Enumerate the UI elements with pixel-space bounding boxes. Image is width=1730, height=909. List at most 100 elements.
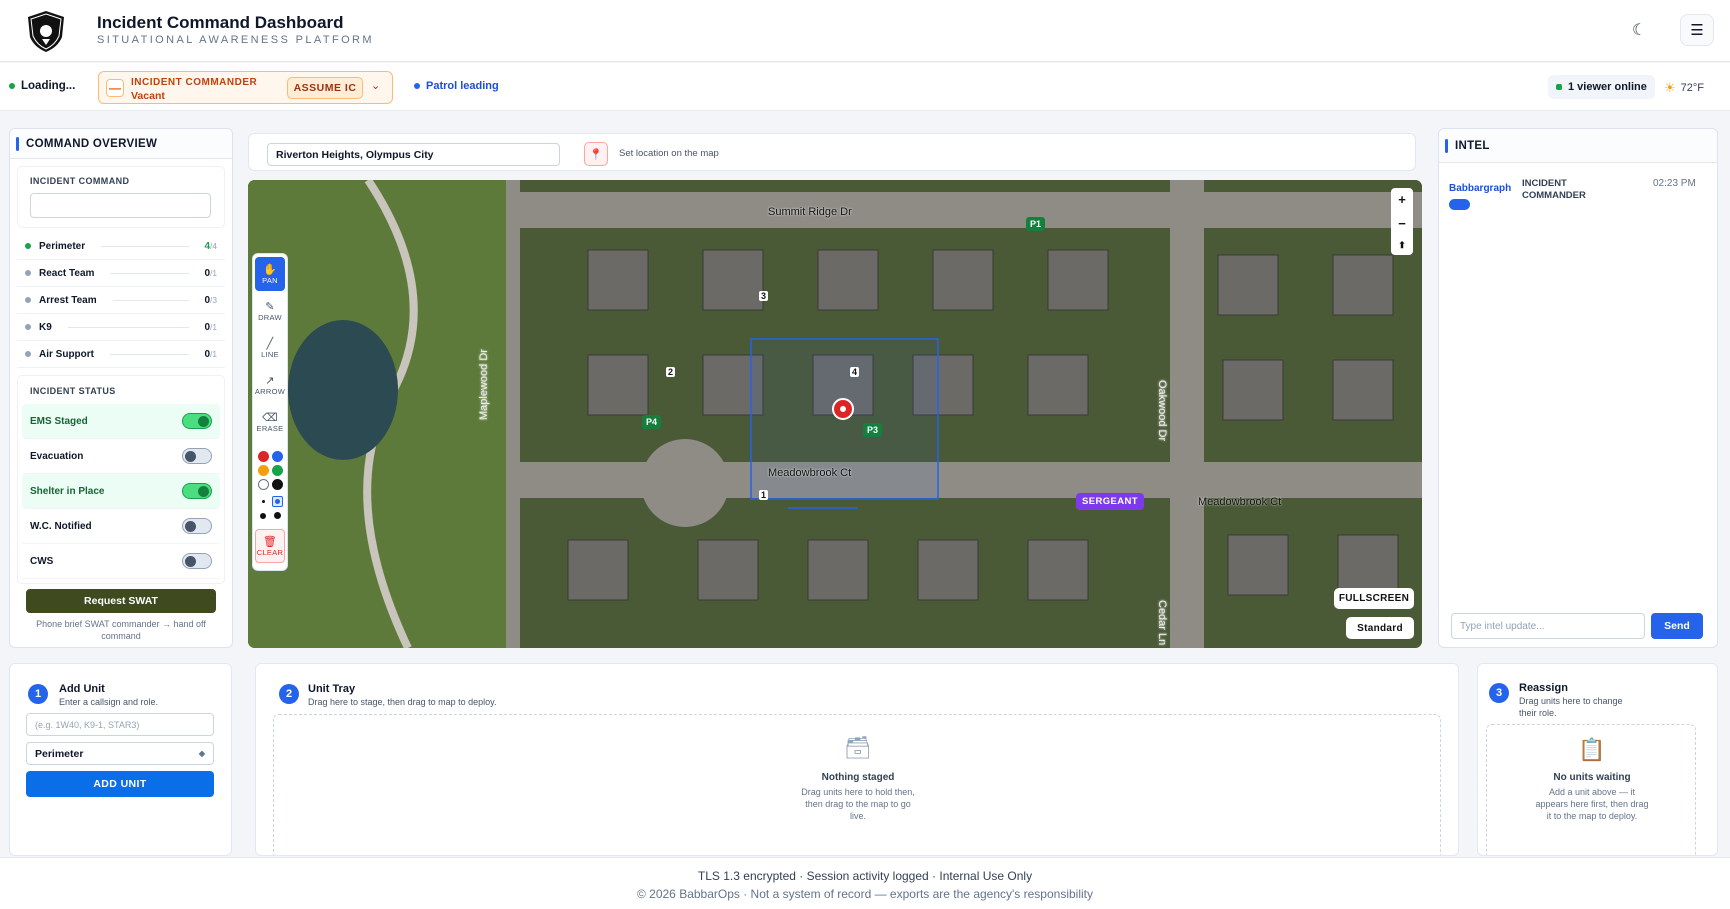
trash-icon: 🗑 <box>262 535 278 548</box>
status-label: Evacuation <box>30 450 84 462</box>
assume-ic-button[interactable]: ASSUME IC <box>287 77 363 99</box>
ic-title: INCIDENT COMMANDER <box>131 77 258 88</box>
swat-hint: Phone brief SWAT commander → hand off co… <box>36 619 206 641</box>
panel-title: COMMAND OVERVIEW <box>26 137 158 150</box>
page-subtitle: SITUATIONAL AWARENESS PLATFORM <box>97 34 374 46</box>
connection-status: Loading... <box>9 80 75 92</box>
status-label: Shelter in Place <box>30 485 105 497</box>
medium-stroke[interactable] <box>271 496 283 507</box>
chevron-down-icon[interactable]: ⌄ <box>371 79 380 92</box>
stroke-sizes <box>253 496 287 521</box>
footer: TLS 1.3 encrypted · Session activity log… <box>0 857 1730 909</box>
map-pin-icon: 📍 <box>589 148 603 161</box>
tray-empty-text: Drag units here to hold then, then drag … <box>801 787 915 821</box>
reassign-empty-title: No units waiting <box>1553 772 1631 783</box>
patrol-status: Patrol leading <box>414 80 499 92</box>
perimeter-marker[interactable]: P4 <box>642 415 662 429</box>
large-stroke[interactable] <box>257 510 269 521</box>
viewer-dot <box>1556 84 1562 90</box>
intel-role: INCIDENT COMMANDER <box>1522 178 1586 201</box>
request-swat-button[interactable]: Request SWAT <box>26 589 216 613</box>
role-row[interactable]: React Team 0/1 <box>17 260 225 287</box>
sun-icon: ☀ <box>1664 80 1676 95</box>
zoom-control: + − ⬆ <box>1391 188 1413 255</box>
map-view[interactable]: Summit Ridge Dr Meadowbrook Ct Meadowbrook… <box>248 180 1422 648</box>
intel-badge <box>1449 199 1470 210</box>
reassign-empty-text: Add a unit above — it appears here first… <box>1535 787 1649 821</box>
weather: ☀ 72°F <box>1664 80 1704 96</box>
map-canvas[interactable] <box>248 180 1422 648</box>
clear-tool[interactable]: 🗑 CLEAR <box>255 529 285 563</box>
role-name: Perimeter <box>39 240 86 252</box>
vertex-label: 1 <box>759 490 769 500</box>
header-accent <box>16 136 19 151</box>
status-toggle[interactable] <box>182 553 212 569</box>
intel-input[interactable]: Type intel update... <box>1451 613 1645 639</box>
blue-swatch[interactable] <box>271 451 283 462</box>
street-label: Maplewood Dr <box>478 349 490 420</box>
role-dot <box>25 297 31 303</box>
tool-arrow[interactable]: ↗ ARROW <box>255 368 285 402</box>
role-select[interactable]: Perimeter ◆ <box>26 742 214 765</box>
dark-mode-icon[interactable]: ☾ <box>1632 20 1646 40</box>
black-swatch[interactable] <box>271 479 283 490</box>
page-title: Incident Command Dashboard <box>97 13 344 32</box>
zoom-in-button[interactable]: + <box>1398 192 1406 207</box>
perimeter-marker[interactable]: P1 <box>1026 217 1046 231</box>
green-swatch[interactable] <box>271 465 283 476</box>
status-toggle[interactable] <box>182 413 212 429</box>
xl-stroke[interactable] <box>271 510 283 521</box>
step-badge: 2 <box>279 684 299 704</box>
orange-swatch[interactable] <box>257 465 269 476</box>
status-row: Shelter in Place <box>22 474 220 509</box>
street-label: Summit Ridge Dr <box>768 206 852 218</box>
incident-status-card: INCIDENT STATUS EMS Staged Evacuation Shel… <box>17 375 225 584</box>
white-swatch[interactable] <box>257 479 269 490</box>
status-toggle[interactable] <box>182 518 212 534</box>
tool-line[interactable]: ╱ LINE <box>255 331 285 365</box>
unit-tray-dropzone[interactable]: 🗃 Nothing staged Drag units here to hold… <box>273 714 1441 855</box>
location-input[interactable]: Riverton Heights, Olympus City <box>267 143 560 166</box>
incident-status-label: INCIDENT STATUS <box>30 386 116 396</box>
basemap-toggle[interactable]: Standard <box>1346 617 1414 639</box>
role-progress <box>67 326 189 328</box>
footer-security: TLS 1.3 encrypted · Session activity log… <box>697 869 1033 883</box>
status-row: CWS <box>22 544 220 579</box>
intel-panel: INTEL Babbargraph INCIDENT COMMANDER 02:… <box>1438 128 1718 648</box>
location-bar: Riverton Heights, Olympus City 📍 Set loc… <box>248 133 1416 171</box>
set-location-button[interactable]: 📍 <box>584 142 608 166</box>
street-label: Oakwood Dr <box>1156 380 1168 442</box>
hand-icon: ✋ <box>263 263 277 276</box>
tool-draw[interactable]: ✎ DRAW <box>255 294 285 328</box>
perimeter-marker[interactable]: P3 <box>863 423 883 437</box>
role-progress <box>110 272 189 274</box>
incident-command-input[interactable] <box>30 193 211 218</box>
red-swatch[interactable] <box>257 451 269 462</box>
status-toggle[interactable] <box>182 483 212 499</box>
tool-erase[interactable]: ⌫ ERASE <box>255 405 285 439</box>
status-row: EMS Staged <box>22 404 220 439</box>
add-unit-button[interactable]: ADD UNIT <box>26 771 214 797</box>
send-button[interactable]: Send <box>1651 613 1703 639</box>
role-list: Perimeter 4/4 React Team 0/1 Arrest Team 0/3 K… <box>10 233 232 368</box>
loading-text: Loading... <box>21 80 76 92</box>
fullscreen-button[interactable]: FULLSCREEN <box>1334 588 1414 609</box>
status-toggle[interactable] <box>182 448 212 464</box>
compass-icon[interactable]: ⬆ <box>1398 240 1406 251</box>
street-label: Meadowbrook Ct <box>768 467 852 479</box>
role-row[interactable]: Air Support 0/1 <box>17 341 225 368</box>
unit-badge-sergeant[interactable]: SERGEANT <box>1076 493 1144 510</box>
role-row[interactable]: Perimeter 4/4 <box>17 233 225 260</box>
role-dot <box>25 351 31 357</box>
tool-pan[interactable]: ✋ PAN <box>255 257 285 291</box>
status-list: EMS Staged Evacuation Shelter in Place W.C.… <box>22 404 220 579</box>
intel-title: INTEL <box>1455 139 1490 152</box>
callsign-input[interactable]: (e.g. 1W40, K9-1, STAR3) <box>26 713 214 736</box>
reassign-dropzone[interactable]: 📋 No units waiting Add a unit above — it… <box>1486 724 1696 855</box>
menu-button[interactable]: ☰ <box>1680 14 1714 46</box>
zoom-out-button[interactable]: − <box>1398 216 1406 231</box>
role-row[interactable]: K9 0/1 <box>17 314 225 341</box>
add-unit-subtitle: Enter a callsign and role. <box>59 697 159 707</box>
role-row[interactable]: Arrest Team 0/3 <box>17 287 225 314</box>
small-stroke[interactable] <box>257 496 269 507</box>
